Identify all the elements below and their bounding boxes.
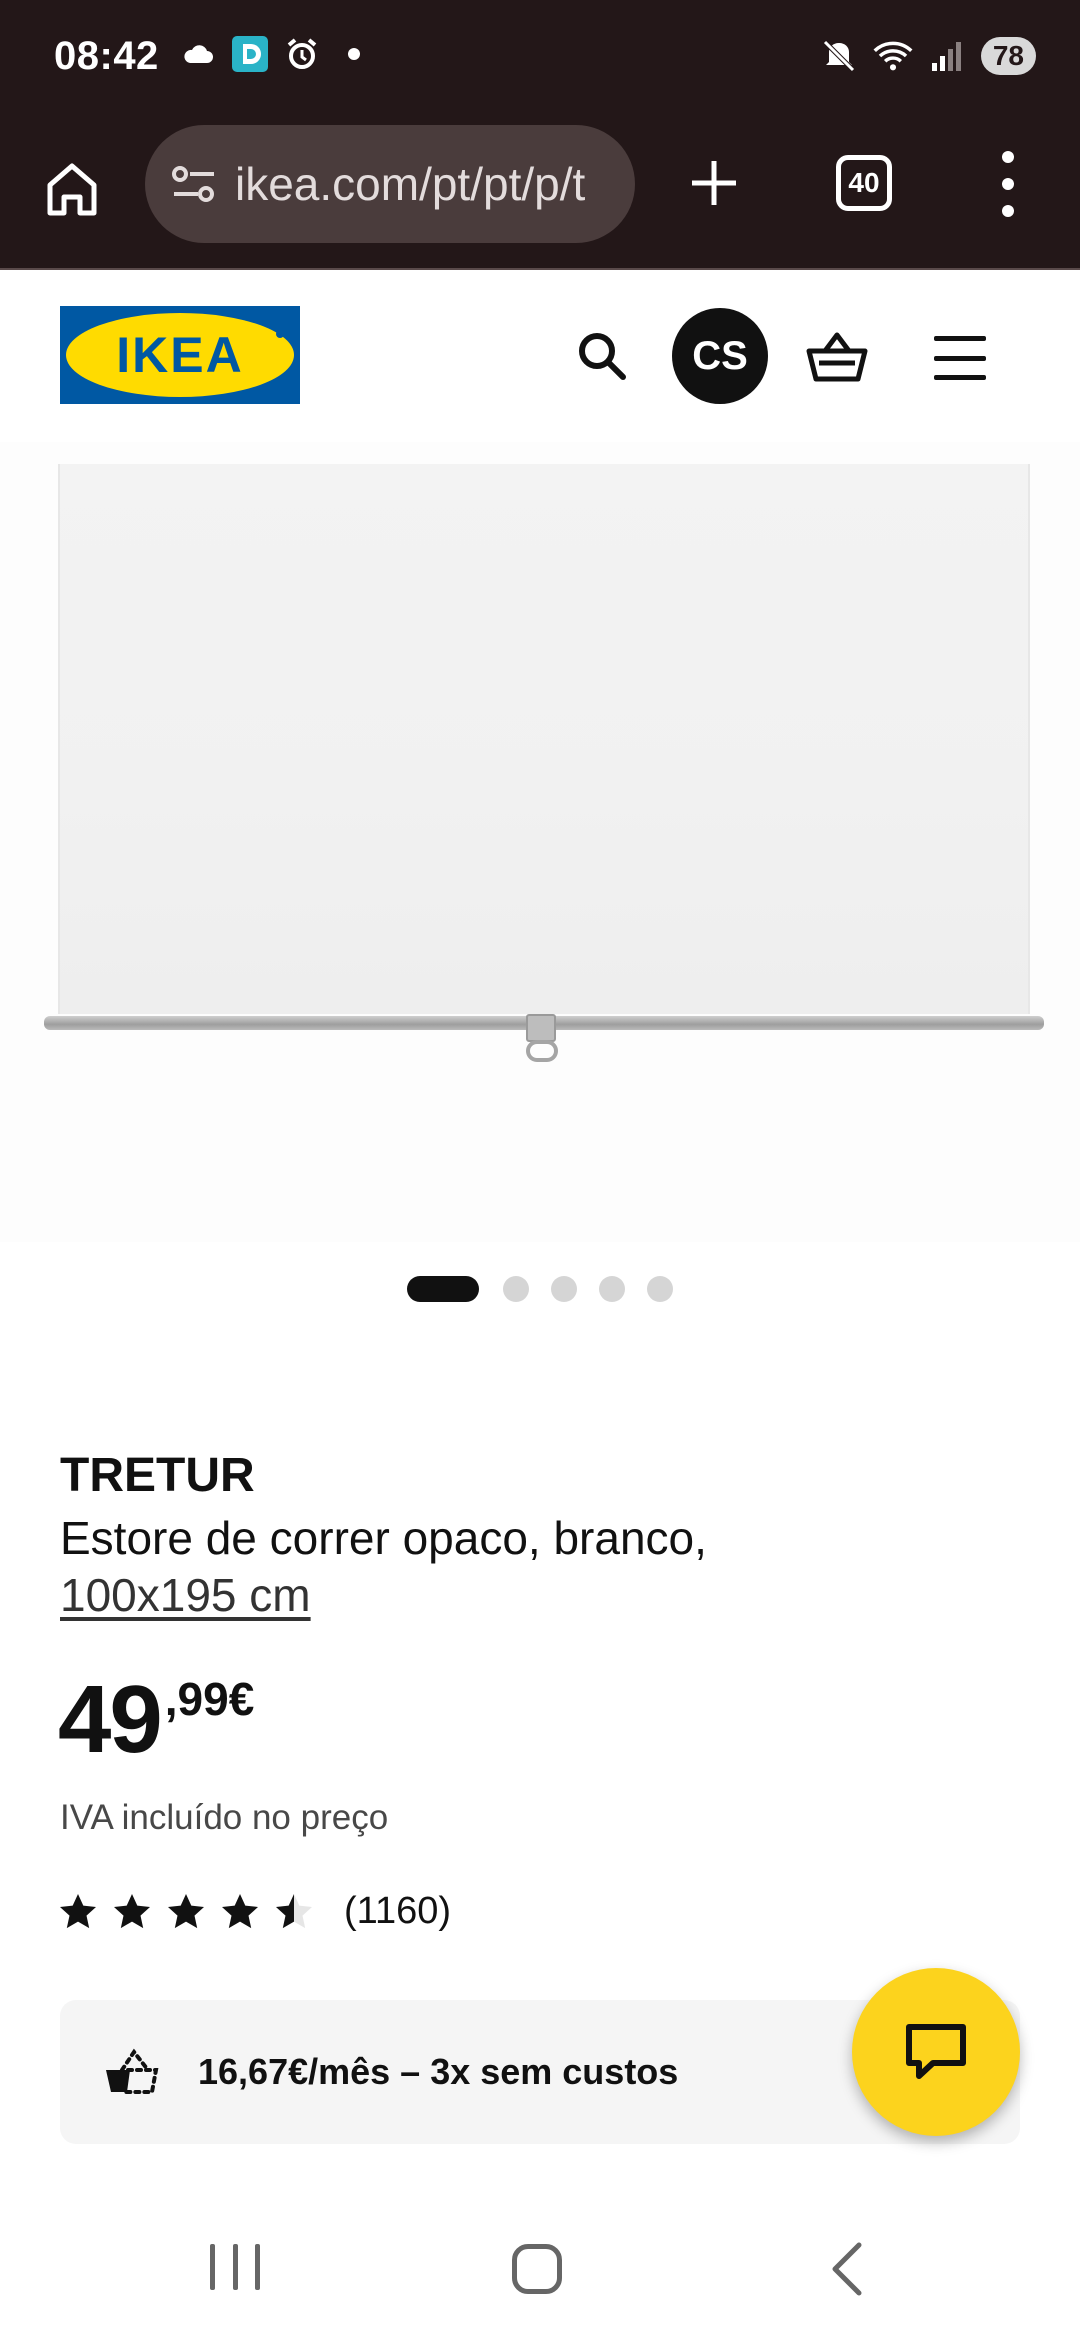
installment-basket-icon [106,2048,159,2094]
app-notification-icon [230,34,270,74]
carousel-dot[interactable] [407,1276,479,1302]
product-image[interactable] [0,442,1080,1242]
home-nav-icon[interactable] [512,2244,562,2294]
product-size-link[interactable]: 100x195 cm [60,1568,311,1622]
wifi-6-icon [873,36,913,76]
site-header: IKEA CS [0,272,1080,442]
status-system-icons: 78 [819,36,1036,76]
product-price: 49 ,99€ [58,1672,254,1768]
svg-text:IKEA: IKEA [116,327,243,383]
carousel-indicator [0,1276,1080,1302]
alarm-icon [282,34,322,74]
home-button[interactable] [42,155,102,225]
site-settings-icon[interactable] [167,157,221,211]
rating-stars [58,1892,314,1932]
back-icon[interactable] [822,2242,872,2296]
status-time: 08:42 [54,34,159,78]
status-notification-icons [178,34,374,74]
cloud-icon [178,34,218,74]
cart-button[interactable] [802,322,872,392]
product-rating[interactable]: (1160) [58,1890,451,1933]
carousel-dot[interactable] [599,1276,625,1302]
status-bar: 08:42 78 [0,0,1080,115]
browser-toolbar: ikea.com/pt/pt/p/t 40 [0,115,1080,270]
tabs-button[interactable]: 40 [836,155,892,211]
cart-icon [806,332,868,382]
home-icon [47,163,97,216]
dot-icon [334,34,374,74]
carousel-dot[interactable] [551,1276,577,1302]
star-half-icon [276,1893,312,1928]
carousel-dot[interactable] [647,1276,673,1302]
roller-blind-fabric [58,464,1030,1014]
mute-icon [819,36,859,76]
review-count: (1160) [344,1890,452,1932]
roller-blind-pull-ring [526,1040,558,1062]
chat-icon [906,2024,966,2079]
ikea-logo[interactable]: IKEA [60,306,300,404]
search-button[interactable] [570,324,634,388]
recent-apps-icon[interactable] [210,2244,260,2294]
battery-icon: 78 [980,37,1036,75]
vat-note: IVA incluído no preço [60,1798,389,1837]
signal-icon [927,36,967,76]
new-tab-button[interactable] [684,153,744,213]
price-decimals: ,99€ [164,1673,255,1725]
more-menu-icon[interactable] [994,151,1022,217]
search-icon [579,333,626,380]
star-full-icon [60,1893,96,1928]
address-bar[interactable]: ikea.com/pt/pt/p/t [145,125,635,243]
url-text: ikea.com/pt/pt/p/t [235,158,586,210]
installment-text: 16,67€/mês – 3x sem custos [198,2051,679,2092]
product-description: Estore de correr opaco, branco, [60,1512,707,1564]
star-full-icon [114,1893,150,1928]
carousel-dot[interactable] [503,1276,529,1302]
star-full-icon [222,1893,258,1928]
system-navigation-bar [0,2200,1080,2340]
product-name: TRETUR [60,1449,255,1502]
price-integer: 49 [58,1666,163,1773]
star-full-icon [168,1893,204,1928]
avatar[interactable]: CS [672,308,768,404]
hamburger-menu-icon[interactable] [930,328,990,388]
chat-button[interactable] [852,1968,1020,2136]
roller-blind-clip [526,1014,556,1042]
new-tab-icon [692,161,736,205]
